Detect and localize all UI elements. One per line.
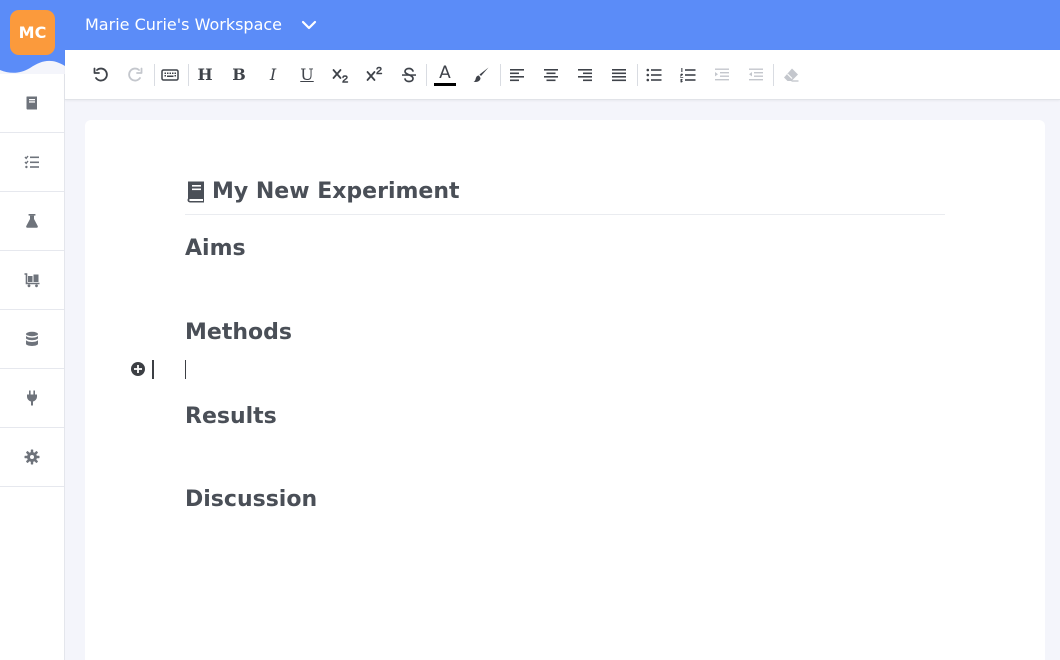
undo-icon	[93, 67, 108, 82]
align-justify-icon	[612, 69, 626, 82]
bold-label: B	[232, 65, 246, 84]
toolbar-separator	[154, 64, 155, 86]
section-heading-methods[interactable]: Methods	[185, 319, 292, 347]
keyboard-button[interactable]	[157, 63, 183, 87]
sidebar-item-experiments[interactable]	[0, 192, 64, 251]
align-justify-button[interactable]	[606, 63, 632, 87]
subscript-button[interactable]	[328, 63, 354, 87]
plug-icon	[27, 390, 37, 406]
subscript-icon	[332, 69, 349, 83]
strikethrough-button[interactable]	[396, 63, 422, 87]
align-right-icon	[578, 69, 592, 82]
italic-label: I	[269, 65, 277, 84]
drag-handle[interactable]	[152, 360, 154, 379]
text-color-label: A	[439, 62, 451, 83]
sidebar-item-inventory[interactable]	[0, 251, 64, 310]
indent-icon	[715, 68, 729, 81]
text-color-swatch	[434, 83, 456, 86]
sidebar-item-database[interactable]	[0, 310, 64, 369]
add-block-icon[interactable]	[130, 361, 146, 377]
numbered-list-icon	[680, 68, 696, 83]
text-cursor	[185, 360, 186, 379]
italic-button[interactable]: I	[260, 63, 286, 87]
paintbrush-icon	[473, 67, 489, 82]
book-icon	[26, 96, 37, 110]
text-color-button[interactable]: A	[432, 63, 458, 87]
align-left-button[interactable]	[504, 63, 530, 87]
strikethrough-icon	[402, 67, 416, 83]
flask-icon	[26, 214, 38, 228]
database-icon	[26, 331, 38, 346]
eraser-icon	[784, 68, 799, 82]
highlight-button[interactable]	[468, 63, 494, 87]
heading-button[interactable]: H	[192, 63, 218, 87]
underline-button[interactable]: U	[294, 63, 320, 87]
bullet-list-icon	[646, 68, 662, 82]
document-title[interactable]: My New Experiment	[212, 178, 460, 206]
align-center-icon	[544, 69, 558, 82]
document-title-row: My New Experiment	[185, 178, 945, 215]
redo-icon	[128, 67, 143, 82]
toolbar-separator	[426, 64, 427, 86]
sidebar	[0, 74, 65, 660]
align-left-icon	[510, 69, 524, 82]
section-heading-discussion[interactable]: Discussion	[185, 486, 317, 514]
underline-label: U	[300, 65, 314, 84]
toolbar-separator	[500, 64, 501, 86]
superscript-button[interactable]	[362, 63, 388, 87]
bold-button[interactable]: B	[226, 63, 252, 87]
superscript-icon	[366, 66, 383, 81]
book-icon	[187, 181, 204, 203]
heading-label: H	[197, 65, 213, 84]
toolbar-separator	[773, 64, 774, 86]
outdent-icon	[749, 68, 763, 81]
workspace-title[interactable]: Marie Curie's Workspace	[85, 14, 282, 36]
sidebar-item-settings[interactable]	[0, 428, 64, 487]
cart-icon	[24, 273, 40, 288]
redo-button[interactable]	[122, 63, 148, 87]
outdent-button[interactable]	[743, 63, 769, 87]
keyboard-icon	[161, 69, 179, 81]
toolbar-separator	[637, 64, 638, 86]
bullet-list-button[interactable]	[641, 63, 667, 87]
undo-button[interactable]	[88, 63, 114, 87]
sidebar-item-tasks[interactable]	[0, 133, 64, 192]
align-center-button[interactable]	[538, 63, 564, 87]
align-right-button[interactable]	[572, 63, 598, 87]
checklist-icon	[24, 155, 39, 169]
top-bar: Marie Curie's Workspace	[0, 0, 1060, 50]
editor-toolbar: H B I U A	[65, 50, 1060, 100]
section-heading-aims[interactable]: Aims	[185, 235, 246, 263]
indent-button[interactable]	[709, 63, 735, 87]
section-heading-results[interactable]: Results	[185, 403, 277, 431]
gear-icon	[24, 449, 40, 465]
editor-page[interactable]: My New Experiment Aims Methods Results D…	[85, 120, 1045, 660]
chevron-down-icon[interactable]	[300, 16, 318, 34]
sidebar-item-notebook[interactable]	[0, 74, 64, 133]
avatar[interactable]: MC	[10, 10, 55, 55]
sidebar-item-integrations[interactable]	[0, 369, 64, 428]
clear-formatting-button[interactable]	[778, 63, 804, 87]
numbered-list-button[interactable]	[675, 63, 701, 87]
toolbar-separator	[188, 64, 189, 86]
